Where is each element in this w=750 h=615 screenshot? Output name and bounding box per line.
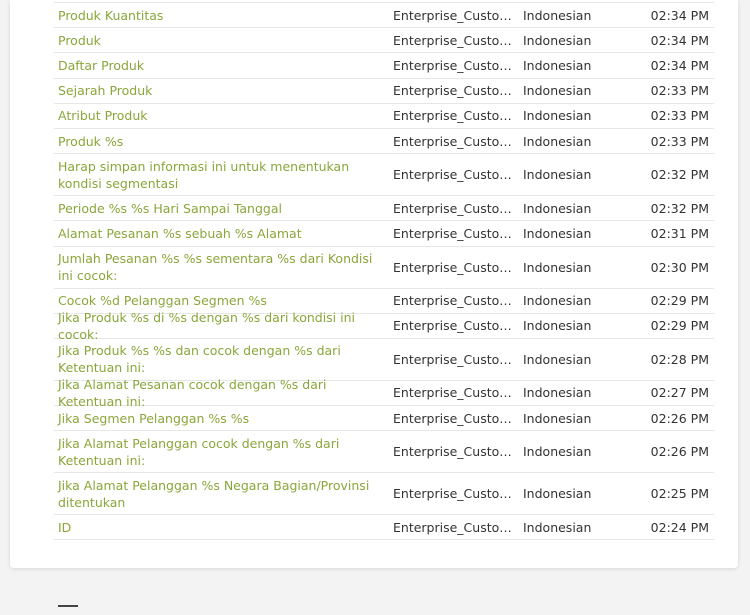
timestamp: 02:33 PM [650,108,709,124]
translation-text-link[interactable]: Jumlah Pesanan %s %s sementara %s dari K… [54,250,393,284]
translations-table: Produk Kuantitas Enterprise_Customer Indon… [54,2,714,541]
source-module: Enterprise_Customer [393,519,523,535]
translation-text-link[interactable]: Jika Alamat Pesanan cocok dengan %s dari… [54,376,393,410]
translation-text-link[interactable]: Harap simpan informasi ini untuk menentu… [54,158,393,192]
language: Indonesian [523,57,592,73]
table-row: Produk Enterprise_Customer Indonesian 02:34… [54,28,714,54]
timestamp: 02:32 PM [650,167,709,183]
language: Indonesian [523,7,592,23]
translation-text-link[interactable]: Jika Alamat Pelanggan cocok dengan %s da… [54,435,393,469]
source-module: Enterprise_Customer [393,57,523,73]
table-row: ID Enterprise_Customer Indonesian 02:24 PM [54,515,714,541]
timestamp: 02:30 PM [650,259,709,275]
table-row: Harap simpan informasi ini untuk menentu… [54,154,714,197]
timestamp: 02:29 PM [650,318,709,334]
source-module: Enterprise_Customer [393,32,523,48]
translation-text-link[interactable]: Produk [54,32,393,49]
source-module: Enterprise_Customer [393,225,523,241]
table-row: Jika Produk %s %s dan cocok dengan %s da… [54,339,714,381]
translation-text-link[interactable]: Daftar Produk [54,57,393,74]
timestamp: 02:34 PM [650,57,709,73]
language: Indonesian [523,32,592,48]
source-module: Enterprise_Customer [393,486,523,502]
source-module: Enterprise_Customer [393,385,523,401]
source-module: Enterprise_Customer [393,7,523,23]
language: Indonesian [523,318,592,334]
table-row: Jika Alamat Pelanggan %s Negara Bagian/P… [54,473,714,516]
language: Indonesian [523,133,592,149]
timestamp: 02:34 PM [650,7,709,23]
source-module: Enterprise_Customer [393,167,523,183]
language: Indonesian [523,519,592,535]
table-row: Jika Segmen Pelanggan %s %s Enterprise_Cu… [54,406,714,432]
table-row: Produk %s Enterprise_Customer Indonesian 02… [54,129,714,155]
table-row: Jika Alamat Pesanan cocok dengan %s dari… [54,377,714,409]
timestamp: 02:34 PM [650,32,709,48]
table-row: Periode %s %s Hari Sampai Tanggal Enterpr… [54,196,714,222]
translation-text-link[interactable]: Periode %s %s Hari Sampai Tanggal [54,200,393,217]
language: Indonesian [523,444,592,460]
translation-text-link[interactable]: Alamat Pesanan %s sebuah %s Alamat [54,225,393,242]
timestamp: 02:33 PM [650,83,709,99]
table-row: Sejarah Produk Enterprise_Customer Indones… [54,79,714,104]
table-row: Produk Kuantitas Enterprise_Customer Indon… [54,3,714,29]
language: Indonesian [523,259,592,275]
translations-panel: Produk Kuantitas Enterprise_Customer Indon… [10,0,738,568]
timestamp: 02:27 PM [650,385,709,401]
language: Indonesian [523,167,592,183]
source-module: Enterprise_Customer [393,133,523,149]
source-module: Enterprise_Customer [393,200,523,216]
translation-text-link[interactable]: Produk %s [54,133,393,150]
language: Indonesian [523,385,592,401]
source-module: Enterprise_Customer [393,83,523,99]
source-module: Enterprise_Customer [393,410,523,426]
source-module: Enterprise_Customer [393,351,523,367]
timestamp: 02:25 PM [650,486,709,502]
table-row: Daftar Produk Enterprise_Customer Indonesi… [54,53,714,79]
source-module: Enterprise_Customer [393,108,523,124]
timestamp: 02:26 PM [650,410,709,426]
table-row: Jika Alamat Pelanggan cocok dengan %s da… [54,431,714,474]
language: Indonesian [523,108,592,124]
source-module: Enterprise_Customer [393,318,523,334]
table-row: Alamat Pesanan %s sebuah %s Alamat Enterp… [54,221,714,247]
language: Indonesian [523,225,592,241]
translation-text-link[interactable]: Produk Kuantitas [54,7,393,24]
table-row: Jumlah Pesanan %s %s sementara %s dari K… [54,247,714,289]
translation-text-link[interactable]: Jika Segmen Pelanggan %s %s [54,410,393,427]
translation-text-link[interactable]: Jika Produk %s %s dan cocok dengan %s da… [54,342,393,376]
language: Indonesian [523,83,592,99]
table-row: Jika Produk %s di %s dengan %s dari kond… [54,310,714,342]
translation-text-link[interactable]: Sejarah Produk [54,82,393,99]
language: Indonesian [523,410,592,426]
timestamp: 02:31 PM [650,225,709,241]
source-module: Enterprise_Customer [393,259,523,275]
language: Indonesian [523,293,592,309]
timestamp: 02:28 PM [650,351,709,367]
timestamp: 02:24 PM [650,519,709,535]
language: Indonesian [523,351,592,367]
timestamp: 02:26 PM [650,444,709,460]
source-module: Enterprise_Customer [393,444,523,460]
translation-text-link[interactable]: Jika Alamat Pelanggan %s Negara Bagian/P… [54,477,393,511]
timestamp: 02:33 PM [650,133,709,149]
language: Indonesian [523,200,592,216]
translation-text-link[interactable]: ID [54,519,393,536]
timestamp: 02:32 PM [650,200,709,216]
source-module: Enterprise_Customer [393,293,523,309]
translation-text-link[interactable]: Atribut Produk [54,107,393,124]
language: Indonesian [523,486,592,502]
translation-text-link[interactable]: Jika Produk %s di %s dengan %s dari kond… [54,309,393,343]
translation-text-link[interactable]: Cocok %d Pelanggan Segmen %s [54,292,393,309]
footer-logo-icon [58,605,78,615]
table-row: Atribut Produk Enterprise_Customer Indones… [54,104,714,129]
timestamp: 02:29 PM [650,293,709,309]
